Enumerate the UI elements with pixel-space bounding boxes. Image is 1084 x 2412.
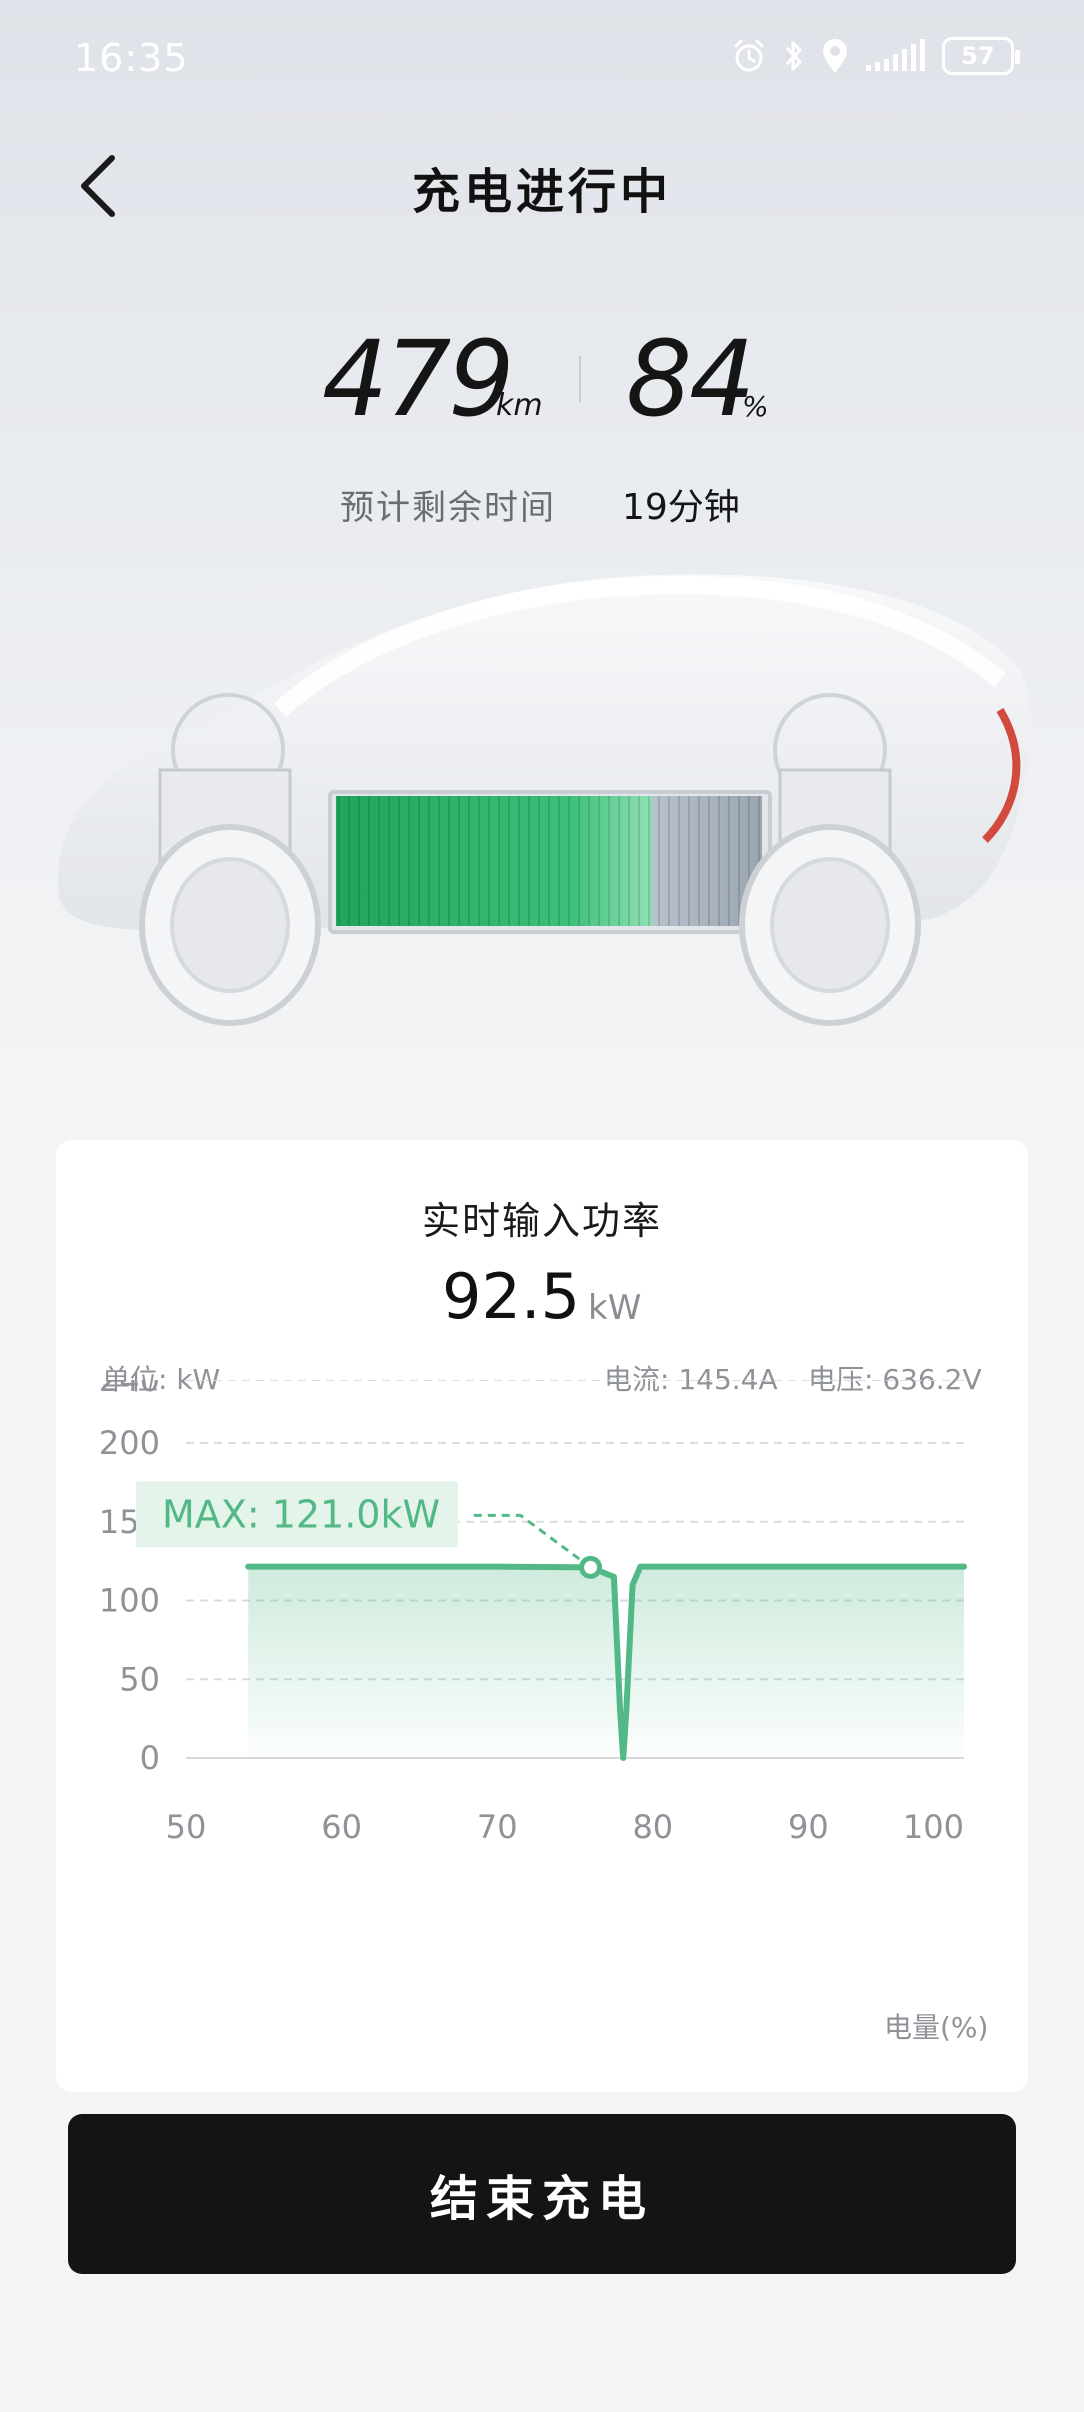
power-value: 92.5	[442, 1260, 581, 1333]
car-battery-illustration	[58, 574, 1031, 1026]
status-time: 16:35	[74, 36, 189, 80]
series-area	[248, 1566, 964, 1758]
stat-divider	[579, 356, 581, 402]
eta-label: 预计剩余时间	[340, 488, 556, 528]
power-chart: 05010015020024050 60 70 80 90 100MAX: 121.0kW	[99, 1380, 967, 1846]
y-tick-label: 0	[140, 1739, 160, 1777]
signal-icon	[866, 39, 925, 71]
max-point	[579, 1555, 603, 1579]
x-tick-label: 90	[788, 1808, 829, 1846]
range-unit: km	[496, 388, 543, 423]
location-icon	[823, 39, 847, 73]
soc-unit: %	[742, 390, 769, 423]
x-tick-label: 50	[166, 1808, 207, 1846]
status-bar: 16:35 57	[0, 0, 1084, 120]
battery-icon: 57	[942, 37, 1020, 75]
power-card-title: 实时输入功率	[421, 1199, 662, 1243]
max-label: MAX: 121.0kW	[162, 1492, 440, 1536]
x-tick-label: 70	[477, 1808, 518, 1846]
alarm-icon	[734, 39, 764, 72]
max-leader-line	[470, 1513, 592, 1569]
power-unit: kW	[588, 1288, 642, 1328]
x-axis-title: 电量(%)	[884, 2011, 989, 2044]
x-tick-label: 60	[321, 1808, 362, 1846]
x-tick-label: 100	[903, 1808, 964, 1846]
y-tick-label: 200	[99, 1424, 160, 1462]
status-icons: 57	[730, 34, 1020, 78]
x-tick-label: 80	[632, 1808, 673, 1846]
charge-stats: 479 km 84 %	[0, 318, 1084, 440]
soc-value: 84	[626, 318, 755, 440]
y-tick-label: 100	[99, 1582, 160, 1620]
bluetooth-icon	[785, 41, 802, 71]
end-charging-button[interactable]: 结束充电	[68, 2114, 1016, 2274]
page-title: 充电进行中	[411, 164, 672, 220]
battery-level: 57	[961, 42, 995, 70]
eta-value: 19分钟	[622, 487, 740, 528]
power-card: 实时输入功率 92.5 kW 单位: kW 电流: 145.4A 电压: 636…	[56, 1140, 1028, 2092]
range-value: 479	[322, 318, 515, 440]
y-tick-label: 240	[99, 1380, 160, 1399]
y-tick-label: 50	[119, 1660, 160, 1698]
